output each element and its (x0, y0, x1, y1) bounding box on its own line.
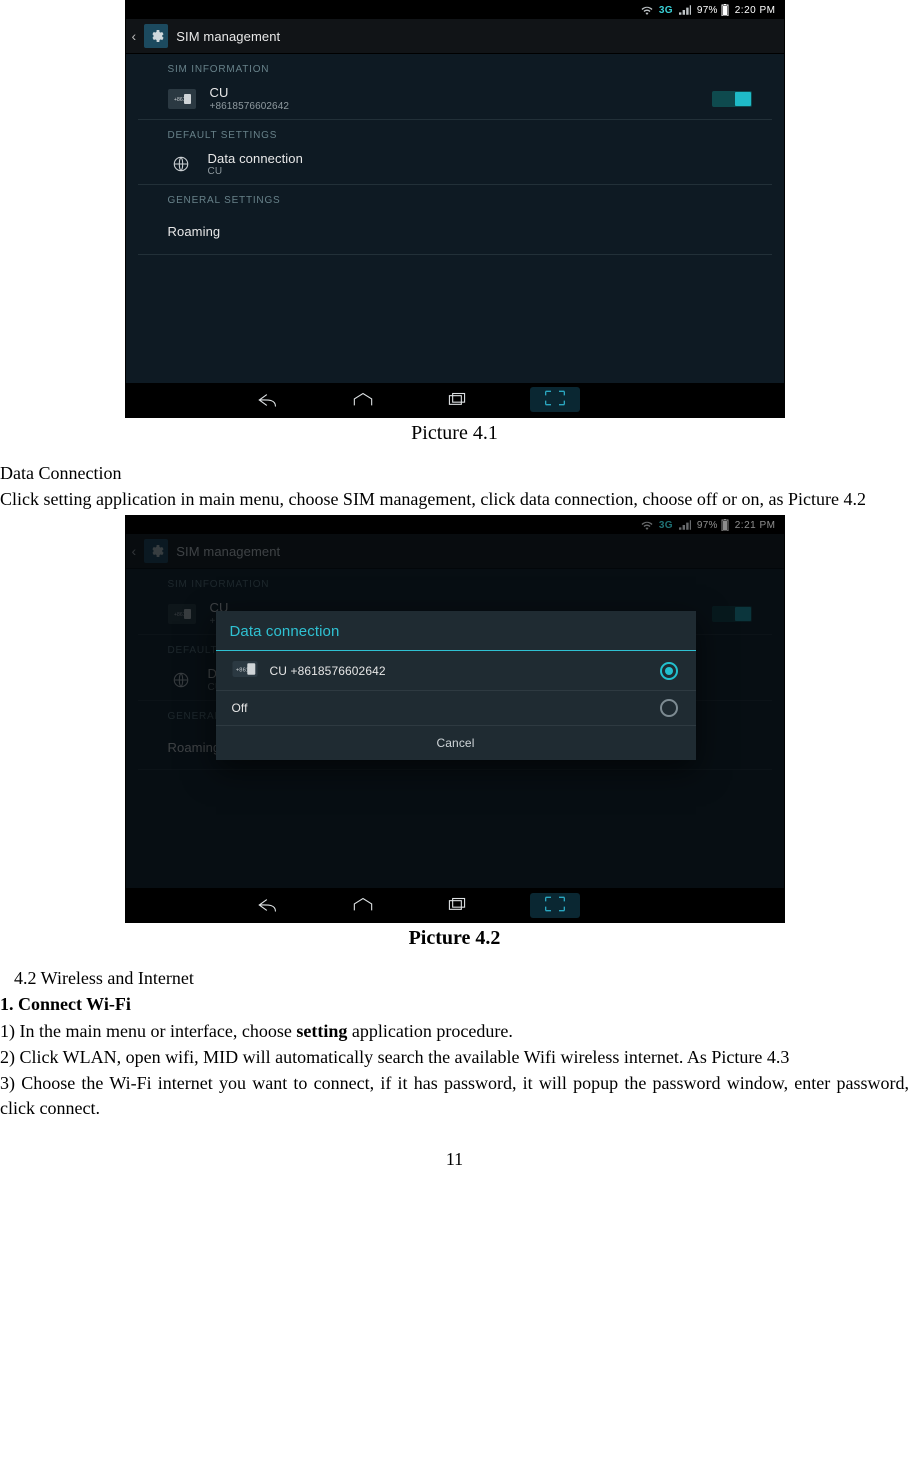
roaming-row[interactable]: Roaming (138, 210, 772, 255)
heading-data-connection: Data Connection (0, 461, 909, 485)
home-nav-icon[interactable] (350, 896, 376, 914)
sim-chip-label: +861 (174, 97, 186, 103)
step-3: 3) Choose the Wi-Fi internet you want to… (0, 1071, 909, 1120)
battery-icon (721, 4, 729, 16)
data-connection-sub: CU (208, 166, 303, 178)
system-navbar (126, 383, 784, 417)
step-1-a: 1) In the main menu or interface, choose (0, 1021, 296, 1041)
status-bar: 3G 97% 2:20 PM (126, 1, 784, 19)
screenshot-sim-management-2: 3G 97% 2:21 PM ‹ SIM management SIM INFO… (125, 515, 785, 923)
data-connection-dialog: Data connection +861 CU +8618576602642 O… (216, 611, 696, 760)
recents-nav-icon[interactable] (444, 896, 470, 914)
battery-percent: 97% (697, 5, 718, 16)
screenshot-sim-management-1: 3G 97% 2:20 PM ‹ SIM management SIM INFO… (125, 0, 785, 418)
heading-connect-wifi: 1. Connect Wi-Fi (0, 992, 909, 1016)
dialog-cancel-button[interactable]: Cancel (216, 726, 696, 760)
signal-icon (679, 5, 691, 16)
roaming-label: Roaming (168, 216, 221, 248)
caption-picture-4-1: Picture 4.1 (0, 422, 909, 445)
wifi-icon (641, 5, 653, 15)
dialog-title: Data connection (216, 611, 696, 651)
step-2: 2) Click WLAN, open wifi, MID will autom… (0, 1045, 909, 1069)
sim-chip-label: +861 (235, 668, 248, 674)
radio-selected-icon[interactable] (660, 662, 678, 680)
recents-nav-icon[interactable] (444, 391, 470, 409)
sim-number: +8618576602642 (210, 101, 290, 113)
header-title: SIM management (176, 29, 280, 44)
back-icon[interactable]: ‹ (132, 28, 137, 44)
system-navbar (126, 888, 784, 922)
section-sim-information: SIM INFORMATION (138, 54, 772, 79)
step-1: 1) In the main menu or interface, choose… (0, 1019, 909, 1043)
radio-unselected-icon[interactable] (660, 699, 678, 717)
globe-icon (168, 151, 194, 177)
sim-chip-icon: +861 (168, 89, 196, 109)
sim-chip-icon: +861 (232, 661, 258, 680)
dialog-option-sub: +8618576602642 (290, 664, 385, 678)
home-nav-icon[interactable] (350, 391, 376, 409)
screenshot-nav-icon[interactable] (530, 387, 580, 412)
data-connection-row[interactable]: Data connection CU (138, 145, 772, 186)
data-connection-label: Data connection (208, 151, 303, 167)
section-general-settings: GENERAL SETTINGS (138, 185, 772, 210)
screenshot-nav-icon[interactable] (530, 893, 580, 918)
settings-gear-icon (144, 24, 168, 48)
dialog-option-name: CU (270, 664, 288, 678)
page-number: 11 (0, 1149, 909, 1170)
dialog-option-off[interactable]: Off (216, 691, 696, 726)
section-4-2-heading: 4.2 Wireless and Internet (0, 966, 909, 990)
clock-label: 2:20 PM (735, 5, 776, 16)
step-1-b: setting (296, 1021, 347, 1041)
battery-indicator: 97% (697, 4, 729, 16)
sim-toggle[interactable] (712, 91, 752, 107)
paragraph-data-connection: Click setting application in main menu, … (0, 487, 909, 511)
app-header: ‹ SIM management (126, 19, 784, 54)
sim-row[interactable]: +861 CU +8618576602642 (138, 79, 772, 120)
back-nav-icon[interactable] (256, 391, 282, 409)
dialog-option-off-label: Off (232, 701, 248, 715)
dialog-option-cu[interactable]: +861 CU +8618576602642 (216, 651, 696, 691)
section-default-settings: DEFAULT SETTINGS (138, 120, 772, 145)
network-3g-label: 3G (659, 5, 673, 16)
back-nav-icon[interactable] (256, 896, 282, 914)
caption-picture-4-2: Picture 4.2 (0, 927, 909, 950)
step-1-c: application procedure. (347, 1021, 512, 1041)
sim-name: CU (210, 85, 290, 101)
